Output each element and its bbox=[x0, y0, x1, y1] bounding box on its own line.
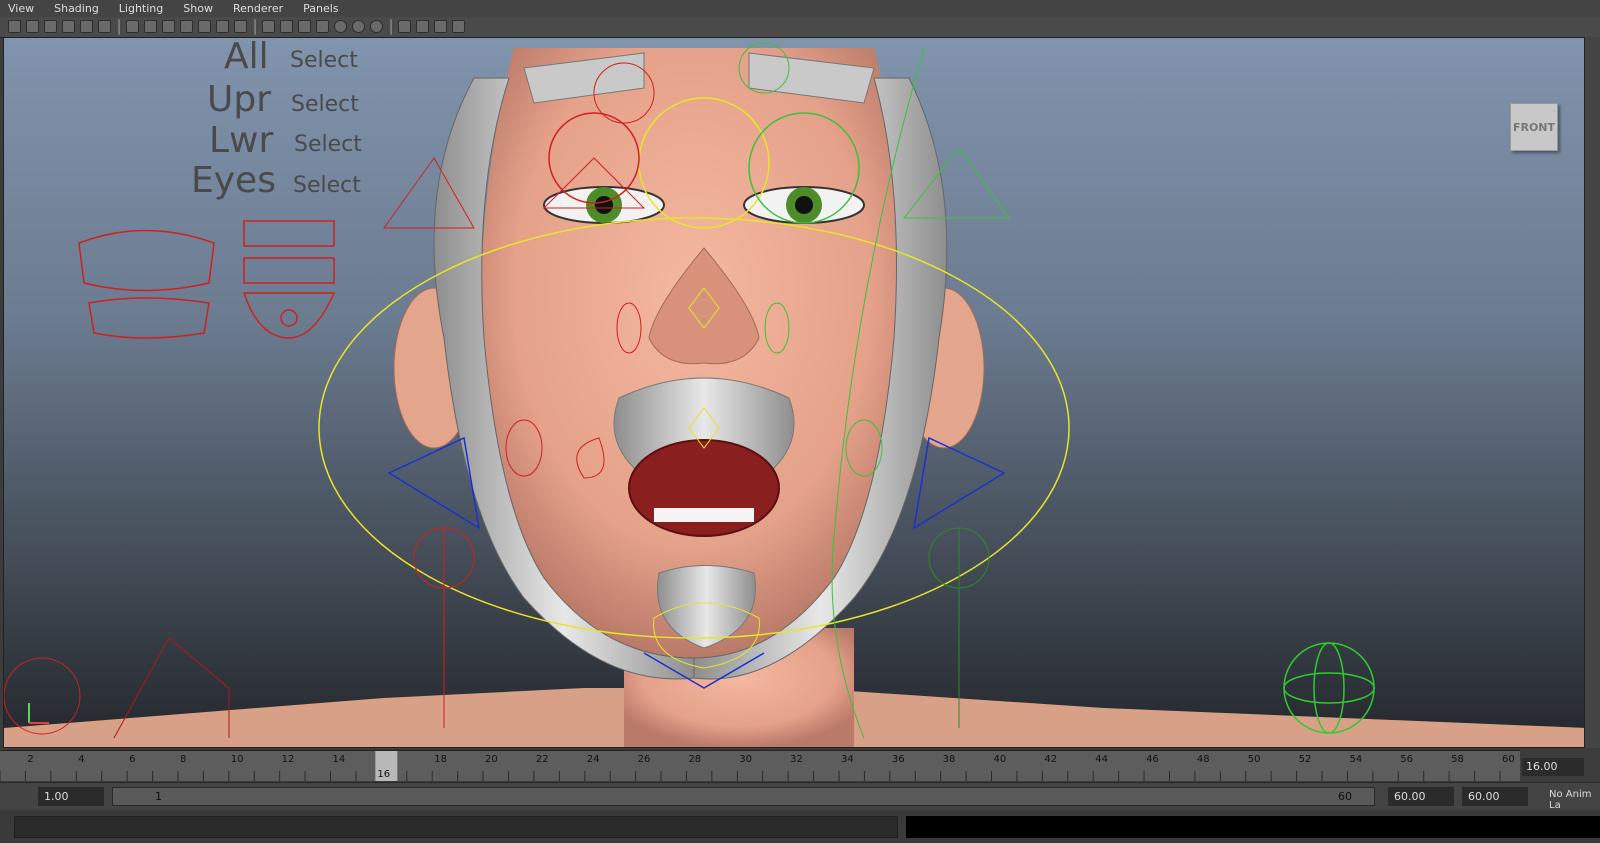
menu-lighting[interactable]: Lighting bbox=[119, 2, 163, 15]
timeline-tick-label: 48 bbox=[1197, 754, 1210, 765]
range-end-label: 60 bbox=[1338, 790, 1352, 803]
wireframe-icon[interactable] bbox=[262, 20, 275, 33]
command-line bbox=[0, 810, 1600, 843]
camera-attributes-icon[interactable] bbox=[26, 20, 39, 33]
left-pupil bbox=[595, 196, 613, 214]
timeline-tick-label: 34 bbox=[841, 754, 854, 765]
timeline-tick-label: 2 bbox=[27, 754, 33, 765]
timeline-tick-label: 44 bbox=[1095, 754, 1108, 765]
timeline-tick-label: 12 bbox=[282, 754, 295, 765]
resolution-gate-icon[interactable] bbox=[162, 20, 175, 33]
timeline-tick-label: 28 bbox=[688, 754, 701, 765]
selector-select-upr[interactable]: Select bbox=[291, 92, 359, 117]
menu-bar: View Shading Lighting Show Renderer Panels bbox=[0, 0, 1600, 17]
time-slider-ticks: 2468101214161820222426283032343638404244… bbox=[0, 751, 1515, 781]
joints-icon[interactable] bbox=[452, 20, 465, 33]
timeline-tick-label: 24 bbox=[587, 754, 600, 765]
selector-select-eyes[interactable]: Select bbox=[293, 173, 361, 198]
use-all-lights-icon[interactable] bbox=[334, 20, 347, 33]
end-range-field[interactable]: 60.00 bbox=[1462, 787, 1528, 806]
selector-select-all[interactable]: Select bbox=[290, 48, 358, 73]
timeline-tick-label: 14 bbox=[333, 754, 346, 765]
grease-pencil-icon[interactable] bbox=[98, 20, 111, 33]
anim-layer-label[interactable]: No Anim La bbox=[1549, 789, 1600, 811]
axis-gizmo bbox=[28, 703, 49, 724]
menu-shading[interactable]: Shading bbox=[54, 2, 99, 15]
command-result bbox=[906, 816, 1600, 838]
start-time-field[interactable]: 1.00 bbox=[38, 787, 104, 806]
tongue-control-icon bbox=[242, 220, 336, 339]
timeline-tick-label: 32 bbox=[790, 754, 803, 765]
menu-show[interactable]: Show bbox=[183, 2, 213, 15]
toolbar-separator bbox=[254, 19, 256, 35]
timeline-tick-label: 18 bbox=[434, 754, 447, 765]
viewcube-front[interactable]: FRONT bbox=[1510, 103, 1558, 151]
grid-icon[interactable] bbox=[126, 20, 139, 33]
camera-select-icon[interactable] bbox=[8, 20, 21, 33]
shadows-icon[interactable] bbox=[352, 20, 365, 33]
selector-group-eyes[interactable]: Eyes bbox=[191, 160, 276, 201]
timeline-tick-label: 8 bbox=[180, 754, 186, 765]
selector-group-upr[interactable]: Upr bbox=[207, 79, 271, 120]
timeline-tick-label: 6 bbox=[129, 754, 135, 765]
timeline-tick-label: 52 bbox=[1299, 754, 1312, 765]
timeline-tick-label: 22 bbox=[536, 754, 549, 765]
toolbar-separator bbox=[390, 19, 392, 35]
2d-pan-icon[interactable] bbox=[80, 20, 93, 33]
lower-teeth bbox=[654, 508, 754, 522]
menu-panels[interactable]: Panels bbox=[303, 2, 338, 15]
menu-renderer[interactable]: Renderer bbox=[233, 2, 283, 15]
safe-title-icon[interactable] bbox=[234, 20, 247, 33]
gate-mask-icon[interactable] bbox=[180, 20, 193, 33]
timeline-tick-label: 10 bbox=[231, 754, 244, 765]
film-gate-icon[interactable] bbox=[144, 20, 157, 33]
timeline-tick-label: 46 bbox=[1146, 754, 1159, 765]
safe-action-icon[interactable] bbox=[216, 20, 229, 33]
field-chart-icon[interactable] bbox=[198, 20, 211, 33]
textured-icon[interactable] bbox=[316, 20, 329, 33]
range-slider-bar: 1.00 1 60 60.00 60.00 No Anim La bbox=[0, 782, 1600, 811]
current-frame-field[interactable]: 16.00 bbox=[1522, 758, 1584, 776]
left-jaw-blue bbox=[387, 436, 481, 530]
smooth-shade-icon[interactable] bbox=[280, 20, 293, 33]
timeline-tick-label: 30 bbox=[739, 754, 752, 765]
range-slider[interactable]: 1 60 bbox=[112, 787, 1375, 806]
selector-select-lwr[interactable]: Select bbox=[294, 132, 362, 157]
end-time-field[interactable]: 60.00 bbox=[1388, 787, 1454, 806]
timeline-tick-label: 38 bbox=[943, 754, 956, 765]
selector-group-all[interactable]: All bbox=[224, 38, 269, 77]
wireframe-on-shaded-icon[interactable] bbox=[298, 20, 311, 33]
timeline-tick-label: 60 bbox=[1502, 754, 1515, 765]
bookmark-icon[interactable] bbox=[44, 20, 57, 33]
timeline-tick-label: 50 bbox=[1248, 754, 1261, 765]
command-input[interactable] bbox=[14, 816, 898, 838]
timeline-tick-label: 26 bbox=[638, 754, 651, 765]
ambient-occlusion-icon[interactable] bbox=[370, 20, 383, 33]
panel-toolbar bbox=[0, 17, 1600, 38]
timeline-tick-label: 58 bbox=[1451, 754, 1464, 765]
right-pupil bbox=[795, 196, 813, 214]
range-start-label: 1 bbox=[155, 790, 162, 803]
xray-icon[interactable] bbox=[416, 20, 429, 33]
viewport-3d[interactable]: All Select Upr Select Lwr Select Eyes Se… bbox=[3, 37, 1585, 748]
timeline-tick-label: 20 bbox=[485, 754, 498, 765]
teeth-control-icon bbox=[78, 229, 215, 339]
selector-group-lwr[interactable]: Lwr bbox=[209, 120, 273, 161]
timeline-tick-label: 54 bbox=[1349, 754, 1362, 765]
time-slider[interactable]: 2468101214161820222426283032343638404244… bbox=[0, 750, 1520, 781]
right-scrollbar[interactable] bbox=[1585, 37, 1600, 748]
isolate-select-icon[interactable] bbox=[398, 20, 411, 33]
menu-view[interactable]: View bbox=[8, 2, 34, 15]
timeline-tick-label: 4 bbox=[78, 754, 84, 765]
toolbar-separator bbox=[118, 19, 120, 35]
timeline-tick-label: 56 bbox=[1400, 754, 1413, 765]
xray-joints-icon[interactable] bbox=[434, 20, 447, 33]
image-plane-icon[interactable] bbox=[62, 20, 75, 33]
timeline-tick-label: 42 bbox=[1044, 754, 1057, 765]
timeline-tick-label: 36 bbox=[892, 754, 905, 765]
right-jaw-blue bbox=[912, 436, 1006, 530]
timeline-tick-label: 40 bbox=[994, 754, 1007, 765]
playhead-frame-label: 16 bbox=[377, 769, 390, 780]
